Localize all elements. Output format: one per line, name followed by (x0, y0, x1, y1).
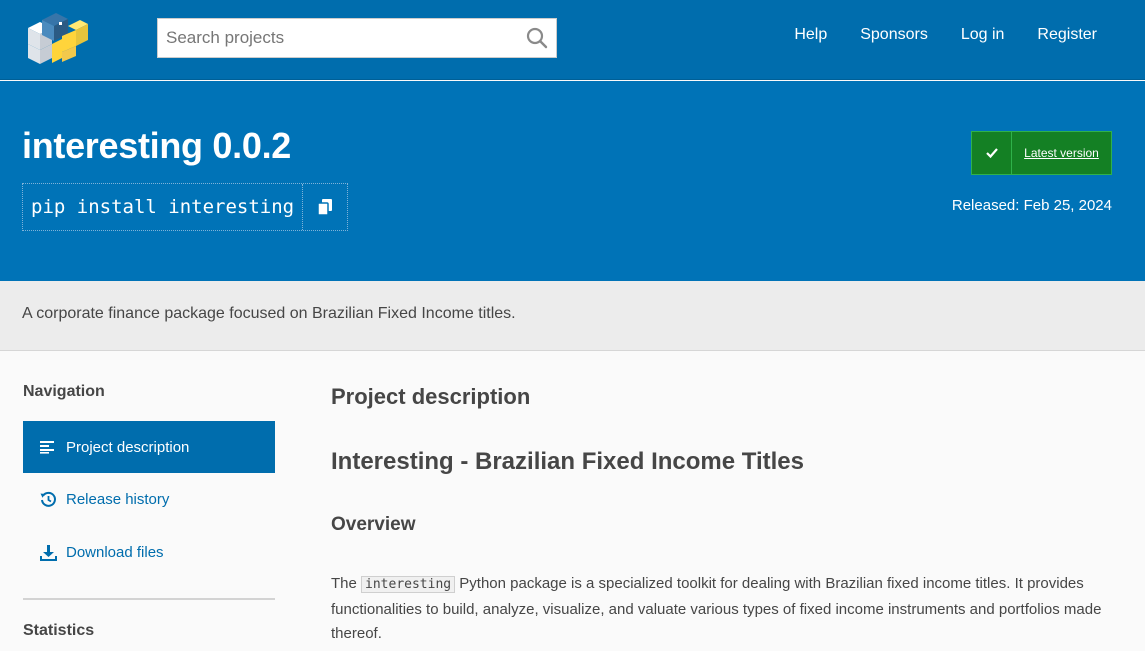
top-navigation-bar: Help Sponsors Log in Register (0, 0, 1145, 80)
paragraph-text: The (331, 575, 362, 592)
help-link[interactable]: Help (794, 26, 827, 44)
overview-paragraph: The interesting Python package is a spec… (331, 572, 1121, 647)
sidebar-item-label: Download files (66, 543, 164, 561)
search-icon[interactable] (526, 27, 548, 49)
latest-version-link[interactable]: Latest version (1012, 132, 1111, 174)
register-link[interactable]: Register (1037, 26, 1097, 44)
sidebar-item-project-description[interactable]: Project description (23, 421, 275, 473)
package-summary: A corporate finance package focused on B… (22, 305, 516, 322)
pypi-logo[interactable] (22, 8, 88, 66)
login-link[interactable]: Log in (961, 26, 1005, 44)
search-input[interactable] (158, 19, 518, 57)
sidebar-item-label: Release history (66, 490, 170, 508)
sidebar-item-download-files[interactable]: Download files (23, 526, 275, 578)
header-links: Help Sponsors Log in Register (761, 26, 1097, 44)
package-banner: interesting 0.0.2 pip install interestin… (0, 81, 1145, 281)
search-box (157, 18, 557, 58)
sidebar-divider (23, 598, 275, 600)
sidebar-item-label: Project description (66, 438, 190, 456)
project-description-heading: Project description (331, 384, 531, 409)
sponsors-link[interactable]: Sponsors (860, 26, 928, 44)
pip-command: pip install interesting (23, 184, 304, 230)
copy-icon[interactable] (303, 184, 347, 230)
history-icon (39, 490, 57, 508)
release-date: Released: Feb 25, 2024 (951, 197, 1112, 214)
sidebar-item-release-history[interactable]: Release history (23, 473, 275, 525)
overview-heading: Overview (331, 514, 416, 535)
package-title: interesting 0.0.2 (22, 125, 291, 166)
inline-code: interesting (361, 576, 456, 593)
latest-version-badge[interactable]: Latest version (971, 131, 1112, 175)
statistics-heading: Statistics (23, 622, 95, 639)
align-left-icon (39, 438, 57, 456)
readme-title: Interesting - Brazilian Fixed Income Tit… (331, 448, 805, 475)
pip-install-box: pip install interesting (22, 183, 349, 231)
check-icon (972, 132, 1012, 174)
package-summary-strip: A corporate finance package focused on B… (0, 281, 1145, 351)
navigation-heading: Navigation (23, 383, 105, 400)
download-icon (39, 543, 57, 561)
